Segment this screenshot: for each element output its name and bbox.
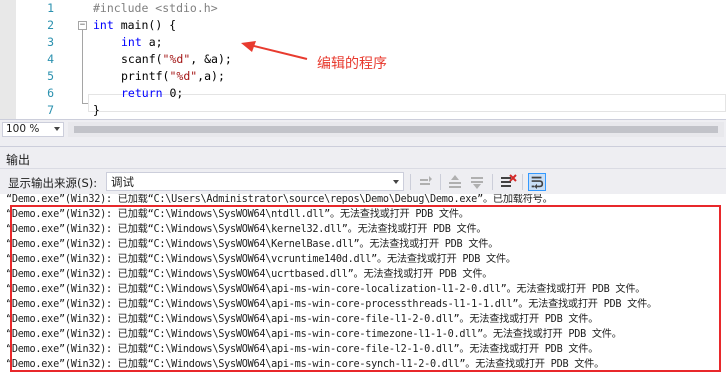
zoom-level: 100 % (6, 123, 40, 135)
scrollbar-thumb[interactable] (74, 126, 718, 133)
output-source-label: 显示输出来源(S): (8, 176, 98, 190)
output-line: “Demo.exe”(Win32): 已加载“C:\Windows\SysWOW… (6, 209, 469, 220)
code-editor[interactable]: 1 2 3 4 5 6 7 − #include <stdio.h> int m… (0, 0, 726, 119)
output-line: “Demo.exe”(Win32): 已加载“C:\Windows\SysWOW… (6, 314, 599, 325)
horizontal-scrollbar[interactable] (68, 122, 724, 137)
toggle-word-wrap-icon[interactable] (528, 173, 546, 191)
output-line: “Demo.exe”(Win32): 已加载“C:\Windows\SysWOW… (6, 299, 657, 310)
output-toolbar: 显示输出来源(S): 调试 (0, 168, 726, 194)
toolbar-separator (410, 174, 411, 190)
output-line: “Demo.exe”(Win32): 已加载“C:\Windows\SysWOW… (6, 344, 599, 355)
clear-all-icon[interactable] (499, 173, 517, 191)
annotation-label: 编辑的程序 (317, 56, 387, 72)
toolbar-separator (440, 174, 441, 190)
output-text-area[interactable]: “Demo.exe”(Win32): 已加载“C:\Users\Administ… (0, 194, 726, 374)
output-line: “Demo.exe”(Win32): 已加载“C:\Windows\SysWOW… (6, 239, 499, 250)
output-panel-header: 输出 (0, 146, 726, 168)
toolbar-separator (522, 174, 523, 190)
output-line: “Demo.exe”(Win32): 已加载“C:\Windows\SysWOW… (6, 284, 646, 295)
output-line: “Demo.exe”(Win32): 已加载“C:\Windows\SysWOW… (6, 269, 493, 280)
output-line: “Demo.exe”(Win32): 已加载“C:\Windows\SysWOW… (6, 359, 605, 370)
toolbar-separator (492, 174, 493, 190)
output-line: “Demo.exe”(Win32): 已加载“C:\Windows\SysWOW… (6, 329, 622, 340)
previous-message-icon[interactable] (446, 173, 464, 191)
find-message-icon[interactable] (417, 173, 435, 191)
chevron-down-icon (54, 127, 60, 131)
output-line: “Demo.exe”(Win32): 已加载“C:\Users\Administ… (6, 194, 553, 205)
zoom-dropdown[interactable]: 100 % (2, 122, 64, 137)
editor-status-bar: 100 % (0, 119, 726, 138)
output-line: “Demo.exe”(Win32): 已加载“C:\Windows\SysWOW… (6, 224, 487, 235)
panel-splitter[interactable] (0, 138, 726, 146)
next-message-icon[interactable] (468, 173, 486, 191)
panel-title: 输出 (6, 153, 31, 167)
chevron-down-icon (393, 180, 399, 184)
output-line: “Demo.exe”(Win32): 已加载“C:\Windows\SysWOW… (6, 254, 516, 265)
output-source-dropdown[interactable]: 调试 (106, 172, 404, 191)
output-source-value: 调试 (111, 175, 134, 189)
